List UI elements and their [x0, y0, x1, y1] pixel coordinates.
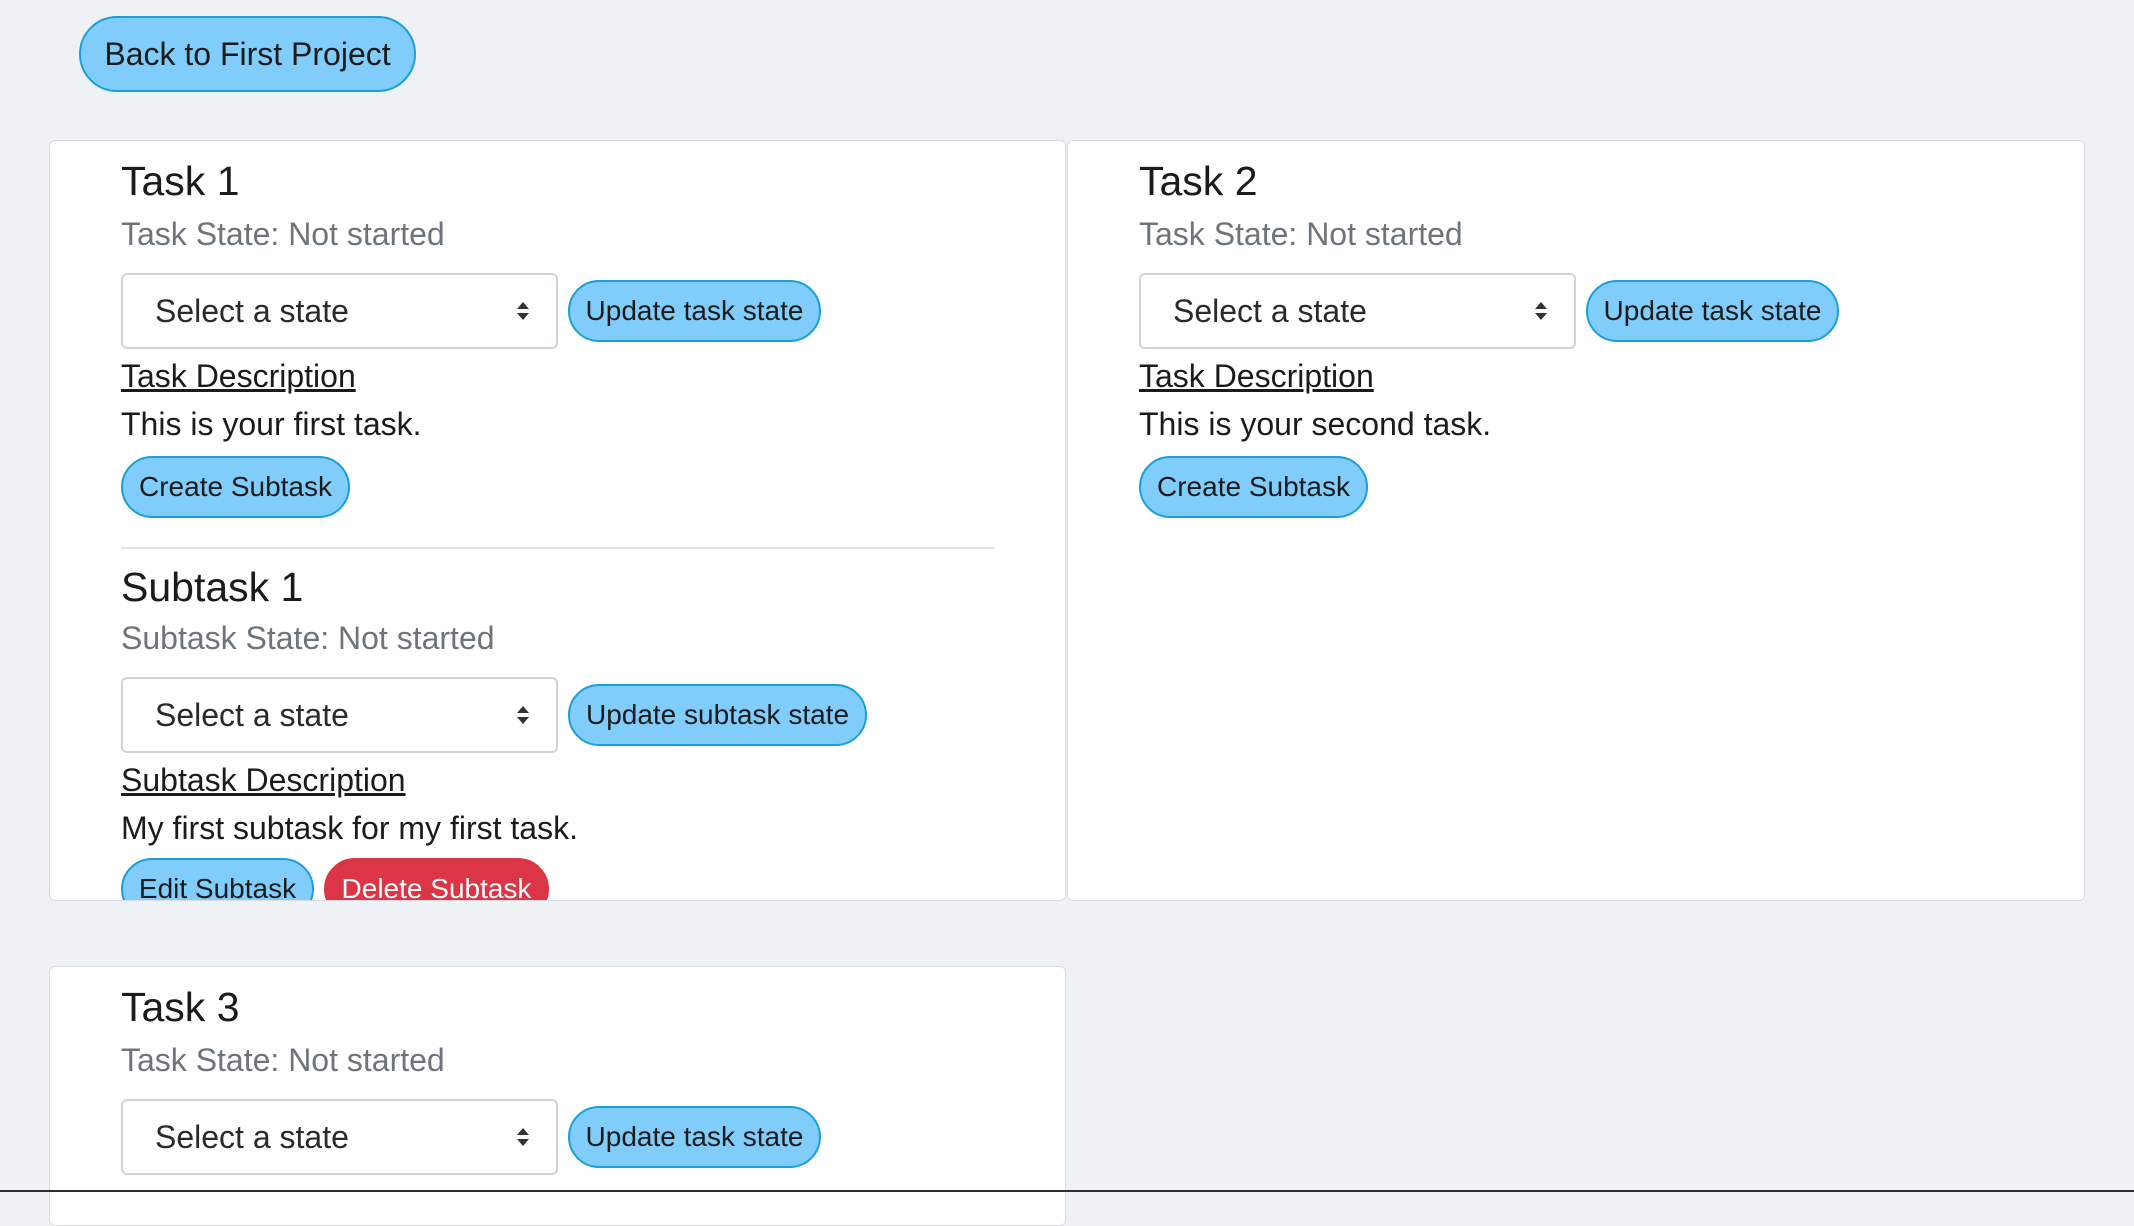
task-state-select[interactable]: Select a state: [1139, 273, 1576, 349]
select-value: Select a state: [155, 696, 349, 733]
task-title: Task 3: [121, 984, 240, 1030]
task-state: Task State: Not started: [121, 216, 445, 252]
task-card-1: Task 1 Task State: Not started Select a …: [49, 140, 1066, 901]
task-title: Task 1: [121, 158, 240, 204]
edit-subtask-button[interactable]: Edit Subtask: [121, 858, 314, 900]
task-card-3: Task 3 Task State: Not started Select a …: [49, 966, 1066, 1226]
subtask-description: My first subtask for my first task.: [121, 810, 578, 846]
subtask-state: Subtask State: Not started: [121, 620, 495, 656]
subtask-title: Subtask 1: [121, 564, 304, 610]
create-subtask-button[interactable]: Create Subtask: [1139, 456, 1368, 518]
task-state: Task State: Not started: [1139, 216, 1463, 252]
chevron-up-down-icon: [517, 302, 529, 320]
back-to-project-button[interactable]: Back to First Project: [79, 16, 416, 92]
task-state: Task State: Not started: [121, 1042, 445, 1078]
divider: [121, 547, 995, 549]
task-state-select[interactable]: Select a state: [121, 273, 558, 349]
task-description-heading: Task Description: [121, 358, 356, 394]
update-task-state-button[interactable]: Update task state: [1586, 280, 1839, 342]
task-description: This is your first task.: [121, 406, 422, 442]
subtask-state-select[interactable]: Select a state: [121, 677, 558, 753]
select-value: Select a state: [155, 1118, 349, 1155]
delete-subtask-button[interactable]: Delete Subtask: [324, 858, 549, 900]
chevron-up-down-icon: [517, 706, 529, 724]
chevron-up-down-icon: [1535, 302, 1547, 320]
update-task-state-button[interactable]: Update task state: [568, 1106, 821, 1168]
update-task-state-button[interactable]: Update task state: [568, 280, 821, 342]
task-description-heading: Task Description: [1139, 358, 1374, 394]
select-value: Select a state: [1173, 292, 1367, 329]
subtask-description-heading: Subtask Description: [121, 762, 406, 798]
chevron-up-down-icon: [517, 1128, 529, 1146]
task-description: This is your second task.: [1139, 406, 1492, 442]
update-subtask-state-button[interactable]: Update subtask state: [568, 684, 867, 746]
task-card-2: Task 2 Task State: Not started Select a …: [1067, 140, 2085, 901]
select-value: Select a state: [155, 292, 349, 329]
task-title: Task 2: [1139, 158, 1258, 204]
task-state-select[interactable]: Select a state: [121, 1099, 558, 1175]
create-subtask-button[interactable]: Create Subtask: [121, 456, 350, 518]
